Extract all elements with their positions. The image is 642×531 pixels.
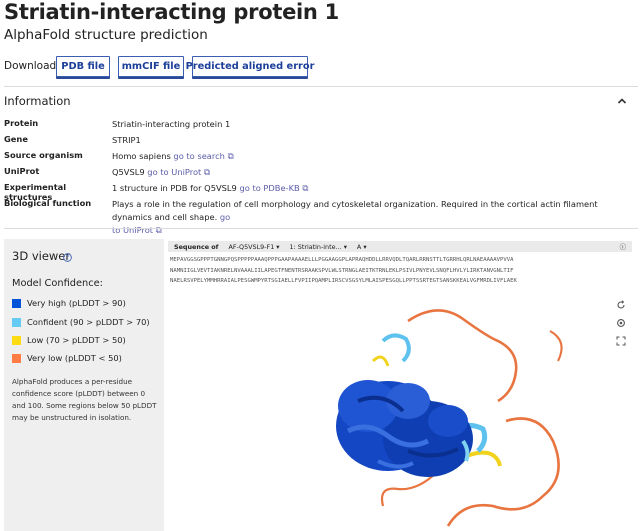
- info-key: Biological function: [4, 198, 92, 208]
- legend-swatch: [12, 317, 21, 327]
- entity-value: AF-Q5VSL9-F1: [228, 242, 275, 251]
- download-label: Download: [4, 60, 57, 72]
- info-key: Source organism: [4, 150, 83, 160]
- info-value: STRIP1: [112, 135, 141, 145]
- viewer-sidebar: 3D viewer ? Model Confidence: Very high …: [4, 239, 164, 531]
- help-icon[interactable]: ?: [63, 253, 72, 262]
- legend-label: Very low (pLDDT < 50): [27, 353, 122, 363]
- info-value: Plays a role in the regulation of cell m…: [112, 198, 632, 237]
- legend-item-very-high: Very high (pLDDT > 90): [12, 298, 126, 308]
- reset-icon: [617, 300, 625, 309]
- info-key: Gene: [4, 134, 28, 144]
- chain-value: 1: Striatin-inte...: [289, 242, 342, 251]
- svg-text:?: ?: [66, 256, 69, 262]
- residue-select[interactable]: A ▾: [357, 243, 367, 251]
- sequence-toolbar: Sequence of AF-Q5VSL9-F1 ▾ 1: Striatin-i…: [168, 241, 632, 252]
- sequence-line[interactable]: NAELRSVPELYMMHRRAIALPESGWMPYRTSGIAELLFVP…: [170, 276, 630, 287]
- function-value: Plays a role in the regulation of cell m…: [112, 199, 598, 222]
- legend-swatch: [12, 298, 21, 308]
- link-part: go: [219, 212, 231, 222]
- chain-select[interactable]: 1: Striatin-inte... ▾: [290, 243, 347, 251]
- legend-item-low: Low (70 > pLDDT > 50): [12, 335, 126, 345]
- info-row-gene: Gene STRIP1: [4, 134, 632, 147]
- external-link-icon: ⧉: [227, 151, 234, 161]
- sequence-panel[interactable]: MEPAVGGSGPPPTGNNGPQSPPPPPAAAQPPPGAAPAAAA…: [170, 255, 630, 287]
- sequence-label: Sequence of: [174, 242, 219, 251]
- uniprot-value: Q5VSL9: [112, 167, 145, 177]
- model-confidence-title: Model Confidence:: [12, 278, 103, 289]
- info-row-organism: Source organism Homo sapiens go to searc…: [4, 150, 632, 163]
- reset-view-button[interactable]: [614, 298, 628, 312]
- info-value: Striatin-interacting protein 1: [112, 119, 231, 129]
- legend-item-very-low: Very low (pLDDT < 50): [12, 353, 122, 363]
- divider: [4, 228, 638, 229]
- legend-item-confident: Confident (90 > pLDDT > 70): [12, 317, 150, 327]
- legend-swatch: [12, 335, 21, 345]
- go-to-search-link[interactable]: go to search: [173, 151, 225, 161]
- info-value: Q5VSL9 go to UniProt ⧉: [112, 166, 632, 179]
- entity-select[interactable]: AF-Q5VSL9-F1 ▾: [228, 243, 279, 251]
- sequence-line[interactable]: NAMNIIGLVEVTIAKNRELNVAAALIILAPEGTFNENTRS…: [170, 266, 630, 277]
- info-row-protein: Protein Striatin-interacting protein 1: [4, 118, 632, 131]
- link-part: to UniProt: [112, 225, 154, 235]
- structures-value: 1 structure in PDB for Q5VSL9: [112, 183, 237, 193]
- legend-label: Confident (90 > pLDDT > 70): [27, 317, 150, 327]
- sequence-help-icon[interactable]: ⓘ: [620, 242, 626, 251]
- protein-structure-render[interactable]: [288, 301, 578, 531]
- sequence-line[interactable]: MEPAVGGSGPPPTGNNGPQSPPPPPAAAQPPPGAAPAAAA…: [170, 255, 630, 266]
- residue-value: A: [356, 242, 362, 251]
- expand-icon: [616, 336, 626, 346]
- go-to-pdbe-kb-link[interactable]: go to PDBe-KB: [239, 183, 299, 193]
- info-key: UniProt: [4, 166, 40, 176]
- external-link-icon: ⧉: [203, 167, 210, 177]
- info-value: Homo sapiens go to search ⧉: [112, 150, 632, 163]
- mmcif-file-button[interactable]: mmCIF file: [118, 55, 184, 77]
- legend-label: Low (70 > pLDDT > 50): [27, 335, 126, 345]
- pdb-file-button[interactable]: PDB file: [56, 55, 110, 77]
- chevron-up-icon[interactable]: [616, 95, 628, 107]
- go-to-uniprot-link[interactable]: go to UniProt: [147, 167, 201, 177]
- organism-value: Homo sapiens: [112, 151, 171, 161]
- download-row: Download PDB file mmCIF file Predicted a…: [4, 55, 316, 77]
- legend-swatch: [12, 353, 21, 363]
- external-link-icon: ⧉: [155, 225, 162, 235]
- info-row-function: Biological function Plays a role in the …: [4, 198, 632, 237]
- info-row-uniprot: UniProt Q5VSL9 go to UniProt ⧉: [4, 166, 632, 179]
- molstar-viewer[interactable]: Sequence of AF-Q5VSL9-F1 ▾ 1: Striatin-i…: [168, 241, 632, 531]
- page-subtitle: AlphaFold structure prediction: [4, 27, 208, 43]
- predicted-aligned-error-button[interactable]: Predicted aligned error: [186, 55, 314, 77]
- plddt-note: AlphaFold produces a per-residue confide…: [12, 377, 157, 422]
- expand-button[interactable]: [614, 334, 628, 348]
- information-heading: Information: [4, 94, 71, 108]
- info-key: Protein: [4, 118, 39, 128]
- settings-button[interactable]: [614, 316, 628, 330]
- divider: [4, 86, 638, 87]
- settings-icon: [617, 319, 625, 327]
- viewer-title: 3D viewer: [12, 249, 71, 263]
- legend-label: Very high (pLDDT > 90): [27, 298, 126, 308]
- page-title: Striatin-interacting protein 1: [4, 0, 339, 24]
- external-link-icon: ⧉: [302, 183, 309, 193]
